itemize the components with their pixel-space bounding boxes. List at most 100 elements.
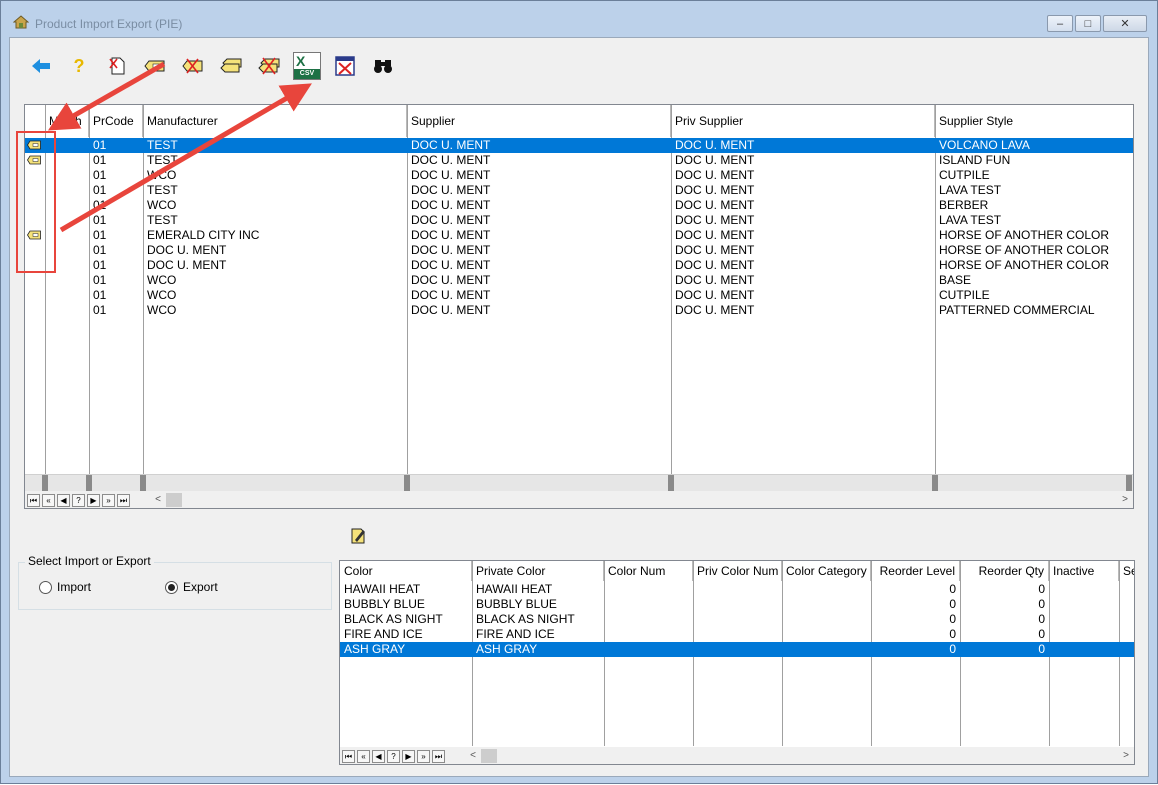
tag-multiple-delete-button[interactable] bbox=[250, 48, 288, 84]
col-header-color-num[interactable]: Color Num bbox=[604, 561, 693, 581]
table-row[interactable]: 01 WCO DOC U. MENT DOC U. MENT PATTERNED COM… bbox=[25, 303, 1133, 318]
nav-first-button[interactable]: ⏮ bbox=[27, 493, 40, 507]
close-button[interactable]: ✕ bbox=[1103, 15, 1147, 32]
product-grid[interactable]: Match PrCode Manufacturer Supplier Priv … bbox=[24, 104, 1134, 509]
scroll-left-button[interactable]: < bbox=[465, 748, 481, 764]
col-header-reorder-qty[interactable]: Reorder Qty bbox=[960, 561, 1049, 581]
scroll-left-button[interactable]: < bbox=[150, 492, 166, 508]
scroll-right-button[interactable]: > bbox=[1118, 748, 1134, 764]
cell-reorder-qty: 0 bbox=[1038, 612, 1045, 626]
export-csv-button[interactable]: X CSV bbox=[288, 48, 326, 84]
table-row[interactable]: 01 DOC U. MENT DOC U. MENT DOC U. MENT HORSE… bbox=[25, 258, 1133, 273]
cell-supplier-style: ISLAND FUN bbox=[939, 153, 1011, 167]
nav-find-button[interactable]: ? bbox=[72, 493, 85, 507]
radio-selected-dot bbox=[168, 583, 175, 591]
cell-manufacturer: WCO bbox=[147, 198, 177, 212]
tag-delete-button[interactable] bbox=[174, 48, 212, 84]
cell-priv-supplier: DOC U. MENT bbox=[675, 273, 755, 287]
table-row[interactable]: 01 TEST DOC U. MENT DOC U. MENT LAVA TEST bbox=[25, 213, 1133, 228]
table-row[interactable]: 01 TEST DOC U. MENT DOC U. MENT LAVA TEST bbox=[25, 183, 1133, 198]
maximize-button[interactable]: □ bbox=[1075, 15, 1101, 32]
table-row[interactable]: 01 WCO DOC U. MENT DOC U. MENT BASE bbox=[25, 273, 1133, 288]
table-row[interactable]: 01 DOC U. MENT DOC U. MENT DOC U. MENT HORSE… bbox=[25, 243, 1133, 258]
col-header-priv-color-num[interactable]: Priv Color Num bbox=[693, 561, 782, 581]
col-header-priv-supplier[interactable]: Priv Supplier bbox=[671, 105, 935, 137]
nav-last-button[interactable]: ⏭ bbox=[432, 749, 445, 763]
cell-inactive bbox=[1049, 582, 1119, 597]
nav-prev-page-button[interactable]: « bbox=[357, 749, 370, 763]
minimize-button[interactable]: – bbox=[1047, 15, 1073, 32]
find-button[interactable] bbox=[364, 48, 402, 84]
table-row[interactable]: 01 WCO DOC U. MENT DOC U. MENT CUTPILE bbox=[25, 288, 1133, 303]
table-row[interactable]: 01 WCO DOC U. MENT DOC U. MENT CUTPILE bbox=[25, 168, 1133, 183]
nav-next-button[interactable]: ▶ bbox=[87, 493, 100, 507]
back-arrow-icon bbox=[32, 59, 50, 73]
nav-next-button[interactable]: ▶ bbox=[402, 749, 415, 763]
table-row[interactable]: BUBBLY BLUE BUBBLY BLUE 0 0 bbox=[340, 597, 1134, 612]
color-grid[interactable]: Color Private Color Color Num Priv Color… bbox=[339, 560, 1135, 765]
color-edit-button[interactable] bbox=[348, 526, 370, 548]
table-row[interactable]: FIRE AND ICE FIRE AND ICE 0 0 bbox=[340, 627, 1134, 642]
scroll-thumb[interactable] bbox=[166, 493, 182, 507]
table-row[interactable]: HAWAII HEAT HAWAII HEAT 0 0 bbox=[340, 582, 1134, 597]
nav-first-button[interactable]: ⏮ bbox=[342, 749, 355, 763]
nav-prev-button[interactable]: ◀ bbox=[372, 749, 385, 763]
table-row[interactable]: 01 TEST DOC U. MENT DOC U. MENT VOLCANO LAVA bbox=[25, 138, 1133, 153]
tag-button[interactable] bbox=[136, 48, 174, 84]
excel-letter: X bbox=[296, 53, 306, 69]
cell-private-color: BLACK AS NIGHT bbox=[476, 612, 575, 626]
col-header-supplier-style[interactable]: Supplier Style bbox=[935, 105, 1133, 137]
cell-color: HAWAII HEAT bbox=[344, 582, 421, 596]
back-button[interactable] bbox=[22, 48, 60, 84]
export-radio[interactable]: Export bbox=[165, 580, 218, 594]
nav-last-button[interactable]: ⏭ bbox=[117, 493, 130, 507]
tag-multiple-button[interactable] bbox=[212, 48, 250, 84]
cell-priv-supplier: DOC U. MENT bbox=[675, 138, 755, 152]
cell-reorder-level: 0 bbox=[949, 627, 956, 641]
cell-reorder-level: 0 bbox=[949, 597, 956, 611]
nav-next-page-button[interactable]: » bbox=[417, 749, 430, 763]
product-grid-nav: ⏮ « ◀ ? ▶ » ⏭ < > bbox=[25, 491, 1133, 508]
scroll-thumb[interactable] bbox=[481, 749, 497, 763]
scroll-right-button[interactable]: > bbox=[1117, 492, 1133, 508]
col-header-inactive[interactable]: Inactive bbox=[1049, 561, 1119, 581]
cell-color-num bbox=[604, 597, 693, 612]
table-row[interactable]: 01 WCO DOC U. MENT DOC U. MENT BERBER bbox=[25, 198, 1133, 213]
col-header-color[interactable]: Color bbox=[340, 561, 472, 581]
col-header-private-color[interactable]: Private Color bbox=[472, 561, 604, 581]
table-row[interactable]: BLACK AS NIGHT BLACK AS NIGHT 0 0 bbox=[340, 612, 1134, 627]
cell-supplier-style: HORSE OF ANOTHER COLOR bbox=[939, 243, 1110, 257]
client-area: ? X CSV Match PrCode Manufacturer Suppli… bbox=[9, 37, 1149, 777]
cell-supplier: DOC U. MENT bbox=[411, 228, 491, 242]
import-radio-circle[interactable] bbox=[39, 580, 52, 594]
col-header-color-category[interactable]: Color Category bbox=[782, 561, 871, 581]
cell-prcode: 01 bbox=[93, 303, 107, 317]
col-header-supplier[interactable]: Supplier bbox=[407, 105, 671, 137]
tag-icon bbox=[144, 60, 165, 72]
cell-color-num bbox=[604, 582, 693, 597]
cell-private-color: HAWAII HEAT bbox=[476, 582, 553, 596]
title-bar[interactable]: Product Import Export (PIE) – □ ✕ bbox=[1, 1, 1157, 37]
export-radio-circle[interactable] bbox=[165, 580, 178, 594]
cell-prcode: 01 bbox=[93, 183, 107, 197]
cell-supplier-style: BERBER bbox=[939, 198, 989, 212]
cell-supplier: DOC U. MENT bbox=[411, 243, 491, 257]
col-header-manufacturer[interactable]: Manufacturer bbox=[143, 105, 407, 137]
nav-next-page-button[interactable]: » bbox=[102, 493, 115, 507]
table-row[interactable]: 01 TEST DOC U. MENT DOC U. MENT ISLAND FUN bbox=[25, 153, 1133, 168]
import-export-label: Select Import or Export bbox=[25, 554, 154, 568]
col-header-se[interactable]: Se bbox=[1119, 561, 1134, 581]
nav-find-button[interactable]: ? bbox=[387, 749, 400, 763]
cancel-button[interactable] bbox=[326, 48, 364, 84]
col-header-prcode[interactable]: PrCode bbox=[89, 105, 143, 137]
binoculars-icon bbox=[374, 60, 392, 73]
table-row[interactable]: 01 EMERALD CITY INC DOC U. MENT DOC U. MENT… bbox=[25, 228, 1133, 243]
help-button[interactable]: ? bbox=[60, 48, 98, 84]
col-header-reorder-level[interactable]: Reorder Level bbox=[871, 561, 960, 581]
nav-prev-page-button[interactable]: « bbox=[42, 493, 55, 507]
import-radio[interactable]: Import bbox=[39, 580, 91, 594]
new-document-button[interactable] bbox=[98, 48, 136, 84]
table-row[interactable]: ASH GRAY ASH GRAY 0 0 bbox=[340, 642, 1134, 657]
cell-reorder-level: 0 bbox=[949, 642, 956, 656]
nav-prev-button[interactable]: ◀ bbox=[57, 493, 70, 507]
